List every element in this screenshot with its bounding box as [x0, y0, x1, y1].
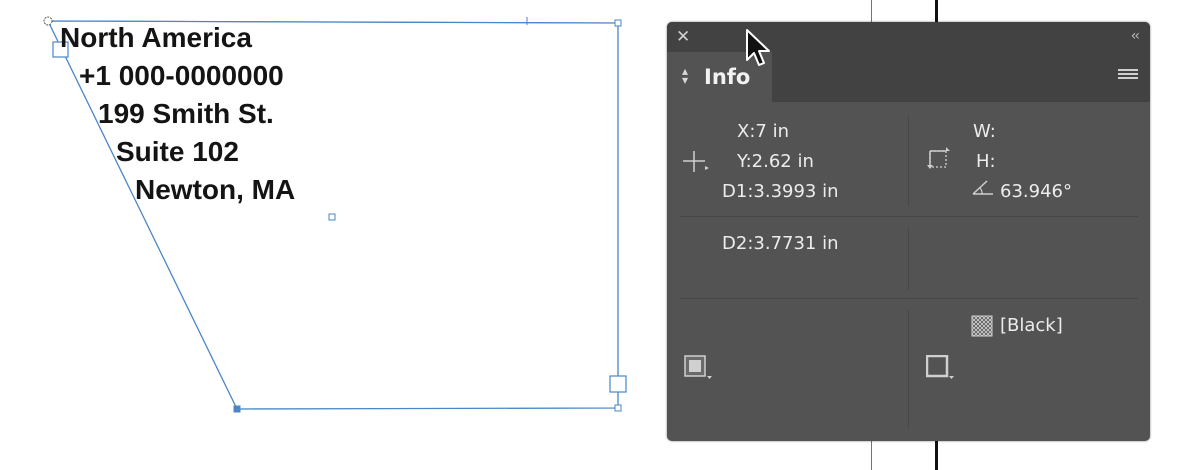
- x-readout: X:7 in: [737, 121, 789, 142]
- address-line-phone: +1 000-0000000: [79, 60, 284, 91]
- angle-icon: [972, 180, 993, 195]
- h-label: H:: [976, 151, 996, 172]
- tab-info-label: Info: [704, 65, 751, 89]
- angle-value: 63.946°: [1000, 181, 1072, 202]
- d2-label: D2:: [722, 233, 754, 254]
- address-line-street: 199 Smith St.: [98, 98, 274, 129]
- corner-handle-top-right[interactable]: [614, 19, 622, 27]
- panel-menu-icon[interactable]: [1118, 69, 1138, 83]
- address-line-city: Newton, MA: [135, 174, 296, 205]
- x-value: 7 in: [755, 121, 789, 142]
- mouse-pointer-icon: [746, 29, 770, 66]
- corner-handle-bottom-right[interactable]: [614, 404, 622, 412]
- y-readout: Y:2.62 in: [737, 151, 814, 172]
- x-label: X:: [737, 121, 756, 142]
- panel-tab-strip: ▴ ▾ Info: [667, 52, 1150, 102]
- address-line-region: North America: [60, 22, 252, 53]
- d1-value: 3.3993 in: [753, 181, 839, 202]
- y-label: Y:: [737, 151, 752, 172]
- anchor-point-icon[interactable]: [43, 16, 53, 26]
- section-divider-vertical-2: [908, 228, 909, 290]
- panel-titlebar[interactable]: ✕ ‹‹: [667, 22, 1150, 52]
- info-panel: ✕ ‹‹ ▴ ▾ Info X:7 in Y:2.62 in D1:3.3993 …: [667, 22, 1150, 441]
- fill-swatch-icon[interactable]: [684, 355, 714, 381]
- address-line-suite: Suite 102: [116, 136, 239, 167]
- d2-readout: D2:3.7731 in: [722, 233, 839, 254]
- black-swatch-chip-icon: [971, 315, 993, 337]
- center-point-handle[interactable]: [328, 213, 336, 221]
- d2-value: 3.7731 in: [753, 233, 839, 254]
- collapse-panel-icon[interactable]: ‹‹: [1131, 28, 1140, 44]
- y-value: 2.62 in: [751, 151, 814, 172]
- stroke-swatch-name: [Black]: [1000, 315, 1063, 336]
- crosshair-position-icon: [683, 151, 709, 172]
- section-divider-vertical-3: [908, 310, 909, 428]
- tab-arrows-icon[interactable]: ▴ ▾: [682, 65, 688, 86]
- corner-handle-bottom-left[interactable]: [233, 405, 241, 413]
- out-port-handle[interactable]: [609, 375, 627, 393]
- w-label: W:: [973, 121, 996, 142]
- section-divider-horizontal-1: [679, 216, 1138, 217]
- section-divider-vertical: [908, 116, 909, 206]
- d1-label: D1:: [722, 181, 754, 202]
- close-icon[interactable]: ✕: [676, 28, 690, 46]
- size-transform-icon: [927, 147, 950, 169]
- d1-readout: D1:3.3993 in: [722, 181, 839, 202]
- w-readout: W:: [973, 121, 996, 142]
- stroke-swatch-icon[interactable]: [926, 355, 956, 381]
- h-readout: H:: [976, 151, 996, 172]
- section-divider-horizontal-2: [679, 298, 1138, 299]
